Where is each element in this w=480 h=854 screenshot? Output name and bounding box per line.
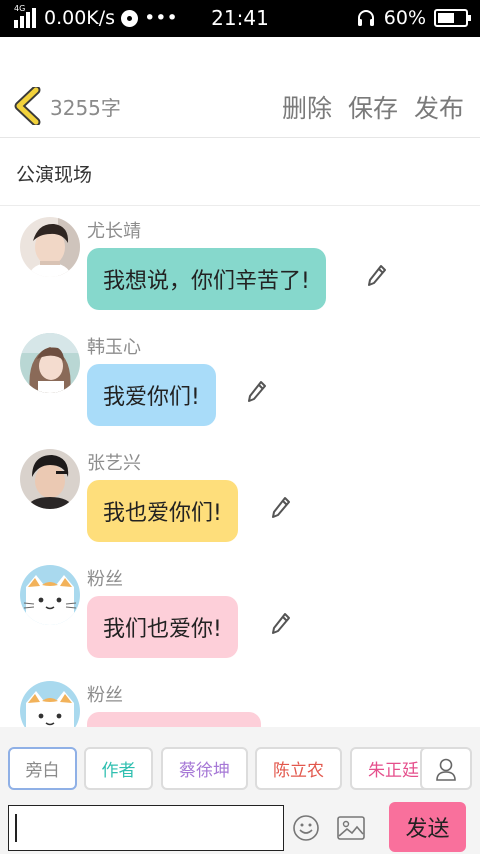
publish-button[interactable]: 发布	[414, 89, 464, 125]
pencil-icon[interactable]	[366, 263, 388, 289]
sender-name: 粉丝	[87, 569, 123, 590]
message-bubble[interactable]: 我想说，你们辛苦了!	[87, 248, 326, 310]
status-right: 60%	[356, 6, 471, 30]
message-input[interactable]	[8, 805, 284, 851]
person-icon	[436, 758, 456, 781]
delete-button[interactable]: 删除	[282, 89, 332, 125]
back-arrow-icon	[14, 85, 41, 127]
avatar[interactable]	[20, 333, 80, 393]
character-manager-button[interactable]	[420, 747, 472, 790]
pencil-icon[interactable]	[270, 611, 292, 637]
chat-list[interactable]: 尤长靖 我想说，你们辛苦了! 韩玉心 我爱你们! 张艺兴 我也爱你们! 粉丝 我…	[0, 207, 480, 727]
text-caret	[15, 814, 17, 842]
editor-header: 3255字 删除 保存 发布	[0, 37, 480, 138]
save-button[interactable]: 保存	[348, 89, 398, 125]
headphones-icon	[357, 10, 374, 26]
back-button[interactable]	[12, 85, 42, 127]
header-actions: 删除 保存 发布	[282, 89, 464, 125]
message-bubble[interactable]: 我也爱你们!	[87, 480, 238, 542]
message-input-bar: 发送	[0, 802, 480, 854]
cat-avatar[interactable]	[20, 681, 80, 727]
pencil-icon[interactable]	[270, 495, 292, 521]
role-chip[interactable]: 蔡徐坤	[161, 747, 248, 790]
message-bubble[interactable]	[87, 712, 261, 727]
emoji-icon[interactable]	[292, 814, 320, 842]
chat-message: 韩玉心 我爱你们!	[0, 323, 480, 439]
chat-message: 张艺兴 我也爱你们!	[0, 439, 480, 555]
story-title-row[interactable]: 公演现场	[0, 139, 480, 206]
pencil-icon[interactable]	[246, 379, 268, 405]
chat-message: 粉丝	[0, 671, 480, 727]
sender-name: 粉丝	[87, 685, 123, 706]
role-selector-bar: 旁白 作者 蔡徐坤 陈立农 朱正廷	[0, 727, 480, 804]
screen: 4G 0.00K/s ••• 21:41 60% 3255字 删除 保存 发布 …	[0, 0, 480, 854]
sender-name: 尤长靖	[87, 221, 141, 242]
send-button[interactable]: 发送	[389, 802, 466, 852]
image-icon[interactable]	[337, 816, 365, 840]
chat-message: 尤长靖 我想说，你们辛苦了!	[0, 207, 480, 323]
cat-avatar[interactable]	[20, 565, 80, 625]
sender-name: 韩玉心	[87, 337, 141, 358]
chat-message: 粉丝 我们也爱你!	[0, 555, 480, 671]
battery-percent: 60%	[383, 7, 426, 29]
story-title: 公演现场	[16, 164, 93, 186]
status-bar: 4G 0.00K/s ••• 21:41 60%	[0, 0, 480, 37]
message-bubble[interactable]: 我们也爱你!	[87, 596, 238, 658]
avatar[interactable]	[20, 217, 80, 277]
role-chip[interactable]: 旁白	[8, 747, 77, 790]
word-count: 3255字	[50, 96, 121, 120]
role-chip[interactable]: 作者	[84, 747, 153, 790]
role-chip[interactable]: 陈立农	[255, 747, 342, 790]
battery-icon	[434, 9, 471, 27]
sender-name: 张艺兴	[87, 453, 141, 474]
avatar[interactable]	[20, 449, 80, 509]
message-bubble[interactable]: 我爱你们!	[87, 364, 216, 426]
